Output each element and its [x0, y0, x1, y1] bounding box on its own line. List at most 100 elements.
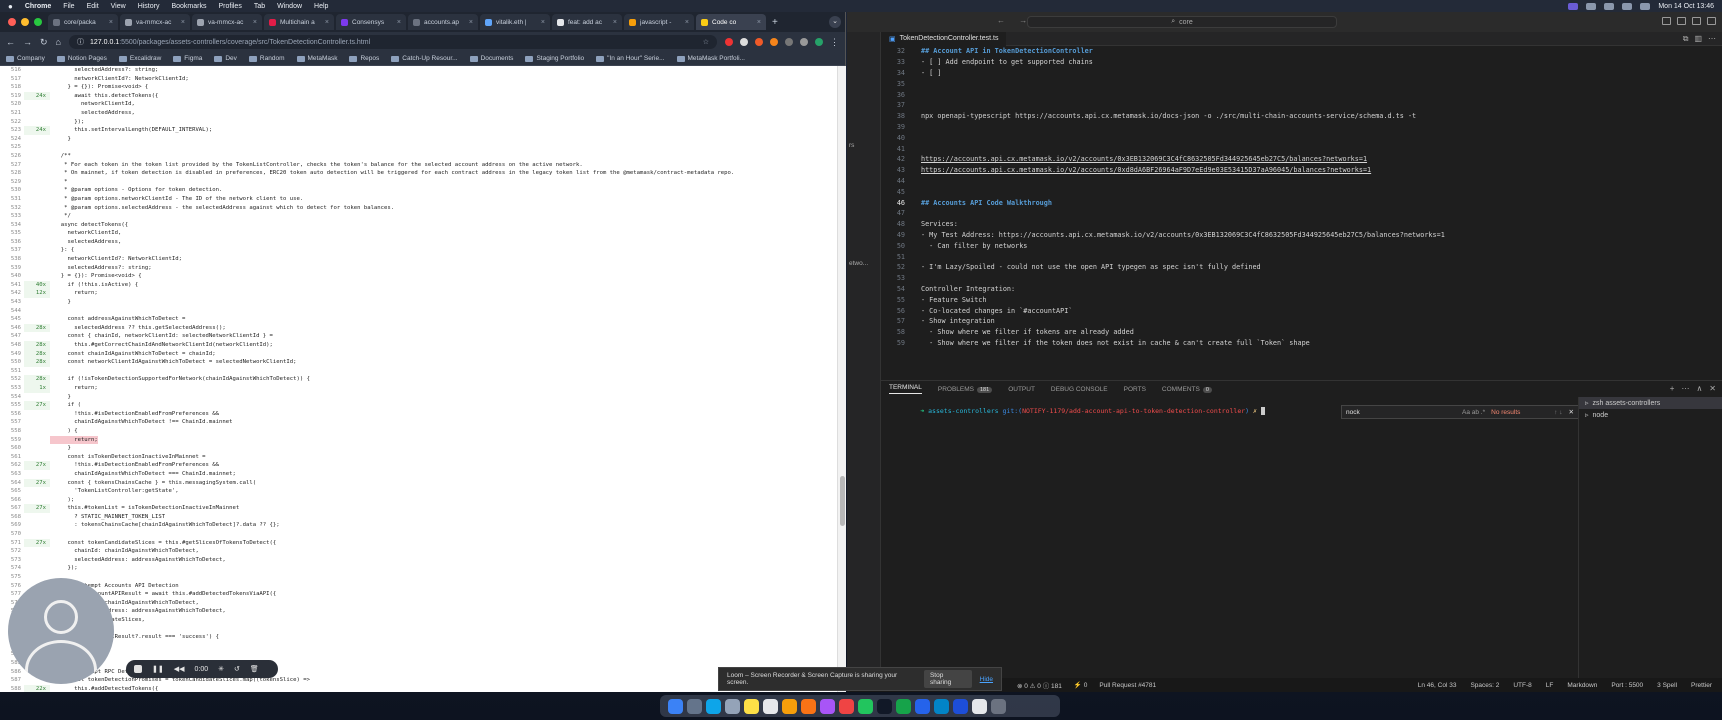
editor-line[interactable]: 46 ## Accounts API Code Walkthrough	[881, 197, 1722, 208]
split-editor-icon[interactable]: ▥	[1694, 34, 1702, 44]
close-window-button[interactable]	[8, 18, 16, 26]
browser-tab[interactable]: va-mmcx-ac ×	[120, 14, 190, 30]
close-tab-icon[interactable]: ×	[253, 19, 257, 26]
menubar-item-tab[interactable]: Tab	[254, 3, 265, 10]
line-number[interactable]: 575	[0, 573, 24, 582]
find-input[interactable]: nock	[1346, 409, 1456, 416]
restart-icon[interactable]: ↺	[234, 665, 240, 673]
maximize-panel-icon[interactable]: ∧	[1696, 384, 1702, 393]
command-center-search[interactable]: ⌕ core	[1027, 16, 1337, 28]
bookmark-item[interactable]: Documents	[469, 55, 513, 62]
line-number[interactable]: 542	[0, 289, 24, 298]
customize-layout-icon[interactable]	[1707, 17, 1716, 25]
line-number[interactable]: 539	[0, 264, 24, 273]
forward-icon[interactable]: →	[23, 37, 32, 47]
line-number[interactable]: 547	[0, 332, 24, 341]
line-number[interactable]: 535	[0, 229, 24, 238]
panel-tab[interactable]: TERMINAL	[889, 384, 922, 394]
line-number[interactable]: 586	[0, 668, 24, 677]
line-number[interactable]: 544	[0, 307, 24, 316]
line-number[interactable]: 541	[0, 281, 24, 290]
line-number[interactable]: 524	[0, 135, 24, 144]
firefox-icon[interactable]	[801, 698, 816, 714]
close-tab-icon[interactable]: ×	[469, 19, 473, 26]
close-tab-icon[interactable]: ×	[109, 19, 113, 26]
line-number[interactable]: 521	[0, 109, 24, 118]
editor-line[interactable]: 48 Services:	[881, 219, 1722, 230]
menubar-item-file[interactable]: File	[63, 3, 74, 10]
line-number[interactable]: 545	[0, 315, 24, 324]
line-number[interactable]: 559	[0, 436, 24, 445]
pause-icon[interactable]: ❚❚	[152, 665, 164, 673]
scrollbar-thumb[interactable]	[840, 476, 845, 526]
line-number[interactable]: 534	[0, 221, 24, 230]
editor-line[interactable]: 52 - I'm Lazy/Spoiled - could not use the…	[881, 262, 1722, 273]
line-number[interactable]: 573	[0, 556, 24, 565]
close-tab-icon[interactable]: ×	[613, 19, 617, 26]
line-number[interactable]: 569	[0, 521, 24, 530]
status-indentation[interactable]: Spaces: 2	[1470, 682, 1499, 689]
home-icon[interactable]: ⌂	[56, 37, 61, 47]
status-prettier[interactable]: Prettier	[1691, 682, 1712, 689]
line-number[interactable]: 518	[0, 83, 24, 92]
browser-tab[interactable]: core/packa ×	[48, 14, 118, 30]
editor-line[interactable]: 51	[881, 251, 1722, 262]
bookmark-item[interactable]: MetaMask Portfoli...	[676, 55, 745, 62]
extensions-puzzle-icon[interactable]	[785, 38, 793, 46]
menubar-item-edit[interactable]: Edit	[87, 3, 99, 10]
editor-line[interactable]: 37	[881, 100, 1722, 111]
status-language[interactable]: Markdown	[1567, 682, 1597, 689]
status-spell[interactable]: 3 Spell	[1657, 682, 1677, 689]
editor-line[interactable]: 54 Controller Integration:	[881, 284, 1722, 295]
line-number[interactable]: 574	[0, 564, 24, 573]
bookmark-item[interactable]: Excalidraw	[118, 55, 161, 62]
panel-tab[interactable]: COMMENTS 0	[1162, 386, 1212, 393]
editor-line[interactable]: 53	[881, 273, 1722, 284]
more-actions-icon[interactable]: ⋯	[1708, 34, 1716, 44]
editor-line[interactable]: 33 - [ ] Add endpoint to get supported ch…	[881, 57, 1722, 68]
stop-record-button[interactable]	[134, 665, 142, 673]
browser-tab[interactable]: vitalik.eth | ×	[480, 14, 550, 30]
vscode-icon[interactable]	[915, 698, 930, 714]
notes-icon[interactable]	[744, 698, 759, 714]
editor-area[interactable]: ▣ TokenDetectionController.test.ts ⧉ ▥ ⋯…	[881, 31, 1722, 380]
minimize-window-button[interactable]	[21, 18, 29, 26]
status-eol[interactable]: LF	[1546, 682, 1554, 689]
editor-line[interactable]: 50 - Can filter by networks	[881, 240, 1722, 251]
line-number[interactable]: 527	[0, 161, 24, 170]
menubar-item-profiles[interactable]: Profiles	[218, 3, 241, 10]
bookmark-item[interactable]: Notion Pages	[56, 55, 107, 62]
line-number[interactable]: 554	[0, 393, 24, 402]
extension-icon[interactable]	[740, 38, 748, 46]
calendar-icon[interactable]	[725, 698, 740, 714]
editor-line[interactable]: 41	[881, 143, 1722, 154]
extension-icon[interactable]	[725, 38, 733, 46]
wifi-icon[interactable]	[1622, 2, 1633, 10]
editor-line[interactable]: 47	[881, 208, 1722, 219]
editor-line[interactable]: 39	[881, 122, 1722, 133]
editor-tab[interactable]: ▣ TokenDetectionController.test.ts	[881, 31, 1007, 46]
status-encoding[interactable]: UTF-8	[1513, 682, 1531, 689]
find-nav-icon[interactable]: ↑ ↓	[1554, 409, 1562, 416]
rewind-icon[interactable]: ◀◀	[174, 665, 185, 673]
line-number[interactable]: 560	[0, 444, 24, 453]
panel-tab[interactable]: OUTPUT	[1008, 386, 1035, 393]
line-number[interactable]: 526	[0, 152, 24, 161]
terminal-item[interactable]: ▹ zsh assets-controllers	[1579, 397, 1722, 409]
editor-line[interactable]: 55 - Feature Switch	[881, 294, 1722, 305]
chrome-icon[interactable]	[782, 698, 797, 714]
line-number[interactable]: 530	[0, 186, 24, 195]
line-number[interactable]: 566	[0, 496, 24, 505]
menubar-item-history[interactable]: History	[138, 3, 160, 10]
line-number[interactable]: 525	[0, 143, 24, 152]
extension-icon[interactable]	[755, 38, 763, 46]
line-number[interactable]: 587	[0, 676, 24, 685]
whatsapp-icon[interactable]	[896, 698, 911, 714]
app-icon[interactable]	[820, 698, 835, 714]
line-number[interactable]: 519	[0, 92, 24, 101]
toggle-secondary-sidebar-icon[interactable]	[1692, 17, 1701, 25]
browser-tab[interactable]: va-mmcx-ac ×	[192, 14, 262, 30]
page-scrollbar[interactable]	[837, 66, 846, 692]
editor-line[interactable]: 36	[881, 89, 1722, 100]
chrome-menu-icon[interactable]: ⋮	[830, 37, 839, 48]
